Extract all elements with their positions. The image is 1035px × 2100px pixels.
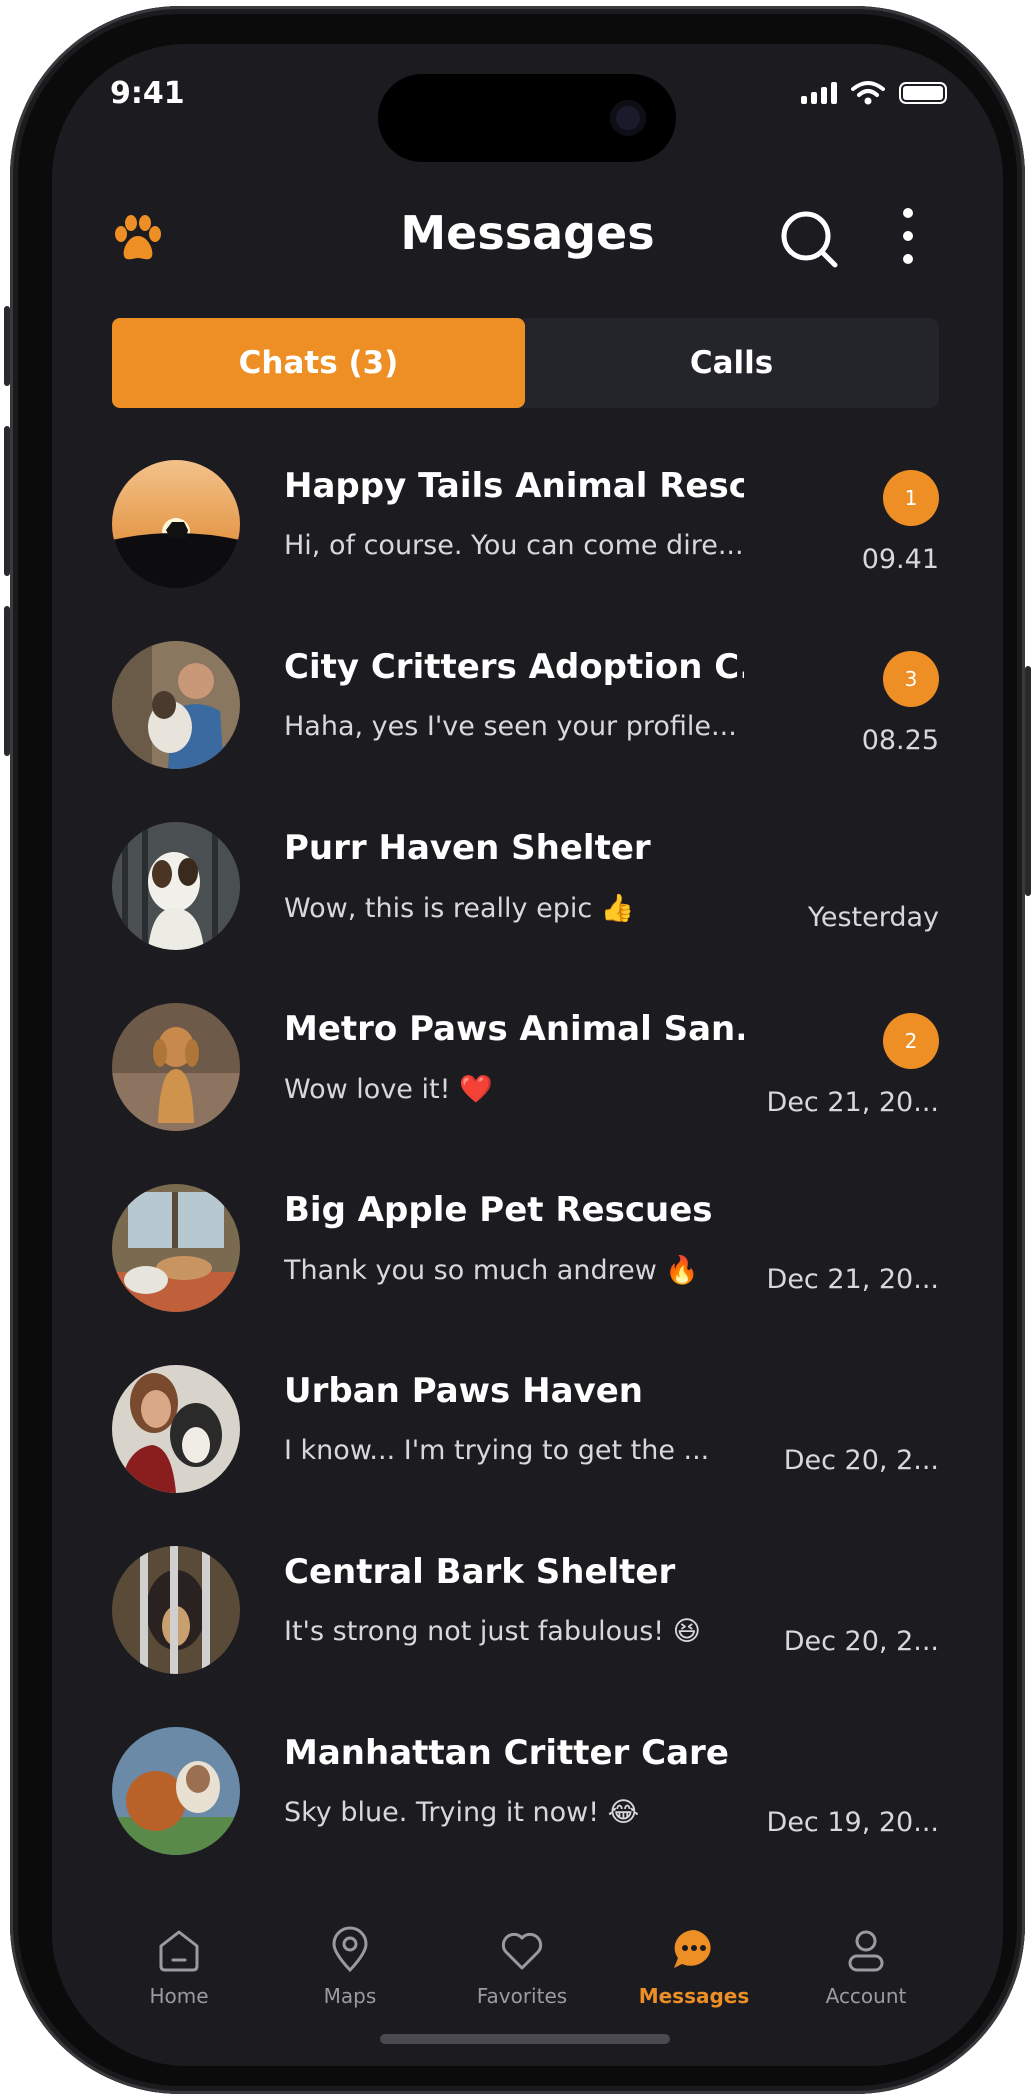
nav-label: Account [825,1984,907,2008]
avatar [112,460,240,588]
chat-row[interactable]: Happy Tails Animal Resc... Hi, of course… [52,458,1003,588]
home-indicator [380,2034,670,2044]
chat-time: Dec 20, 2... [783,1626,939,1657]
chat-time: Dec 19, 20... [766,1807,939,1838]
chat-name: Urban Paws Haven [284,1371,643,1411]
chat-name: Happy Tails Animal Resc... [284,466,744,506]
nav-account[interactable]: Account [786,1926,946,2008]
chat-row[interactable]: City Critters Adoption C... Haha, yes I'… [52,639,1003,769]
search-icon[interactable] [780,210,840,270]
tab-calls[interactable]: Calls [525,318,938,408]
header: Messages [52,184,1003,284]
tab-bar: Chats (3) Calls [112,318,939,408]
camera-icon [610,100,646,136]
screen: 9:41 Messages Chats (3) Calls Happy Tail… [52,44,1003,2066]
side-button-volume-up [4,426,10,576]
page-title: Messages [400,206,655,260]
chat-row[interactable]: Manhattan Critter Care Sky blue. Trying … [52,1725,1003,1855]
more-vertical-icon[interactable] [898,208,918,264]
chat-time: Yesterday [807,902,939,933]
location-pin-icon [332,1926,368,1973]
chat-preview: Haha, yes I've seen your profile... [284,711,737,742]
nav-label: Home [149,1984,209,2008]
chat-name: Metro Paws Animal San... [284,1009,744,1049]
unread-badge: 2 [883,1013,939,1069]
chat-time: 08.25 [861,725,939,756]
avatar [112,1003,240,1131]
chat-row[interactable]: Purr Haven Shelter Wow, this is really e… [52,820,1003,950]
tab-chats[interactable]: Chats (3) [112,318,525,408]
chat-preview: Wow love it! ❤️ [284,1074,493,1105]
user-icon [848,1930,884,1972]
chat-time: Dec 20, 2... [783,1445,939,1476]
chat-preview: Sky blue. Trying it now! 😂 [284,1797,640,1828]
battery-icon [899,82,947,104]
side-button-power [1025,666,1031,896]
signal-icon [801,82,837,104]
avatar [112,822,240,950]
chat-preview: Thank you so much andrew 🔥 [284,1255,699,1286]
nav-messages[interactable]: Messages [614,1926,774,2008]
avatar [112,1184,240,1312]
avatar [112,1365,240,1493]
chat-name: Purr Haven Shelter [284,828,651,868]
chat-preview: It's strong not just fabulous! 😆 [284,1616,701,1647]
nav-home[interactable]: Home [99,1926,259,2008]
nav-label: Favorites [476,1984,568,2008]
side-button-volume-down [4,606,10,756]
dynamic-island [378,74,676,162]
nav-favorites[interactable]: Favorites [442,1926,602,2008]
chat-time: Dec 21, 20... [766,1087,939,1118]
chat-bubble-icon [674,1930,711,1968]
avatar [112,1727,240,1855]
chat-name: Big Apple Pet Rescues [284,1190,713,1230]
side-button-silent [4,306,10,386]
heart-icon [501,1932,543,1970]
chat-preview: Wow, this is really epic 👍 [284,893,635,924]
avatar [112,1546,240,1674]
chat-name: City Critters Adoption C... [284,647,744,687]
status-icons [801,80,947,106]
chat-row[interactable]: Metro Paws Animal San... Wow love it! ❤️… [52,1001,1003,1131]
chat-name: Central Bark Shelter [284,1552,676,1592]
chat-name: Manhattan Critter Care [284,1733,729,1773]
chat-row[interactable]: Big Apple Pet Rescues Thank you so much … [52,1182,1003,1312]
chat-row[interactable]: Urban Paws Haven I know... I'm trying to… [52,1363,1003,1493]
unread-badge: 1 [883,470,939,526]
status-time: 9:41 [110,76,185,111]
chat-row[interactable]: Central Bark Shelter It's strong not jus… [52,1544,1003,1674]
nav-maps[interactable]: Maps [270,1926,430,2008]
unread-badge: 3 [883,651,939,707]
home-icon [159,1930,199,1972]
chat-time: 09.41 [861,544,939,575]
nav-label: Maps [323,1984,377,2008]
nav-label: Messages [638,1984,750,2008]
chat-preview: I know... I'm trying to get the ... [284,1435,710,1466]
wifi-icon [851,81,885,105]
chat-time: Dec 21, 20... [766,1264,939,1295]
phone-frame: 9:41 Messages Chats (3) Calls Happy Tail… [4,6,1031,2094]
avatar [112,641,240,769]
chat-preview: Hi, of course. You can come dire... [284,530,744,561]
